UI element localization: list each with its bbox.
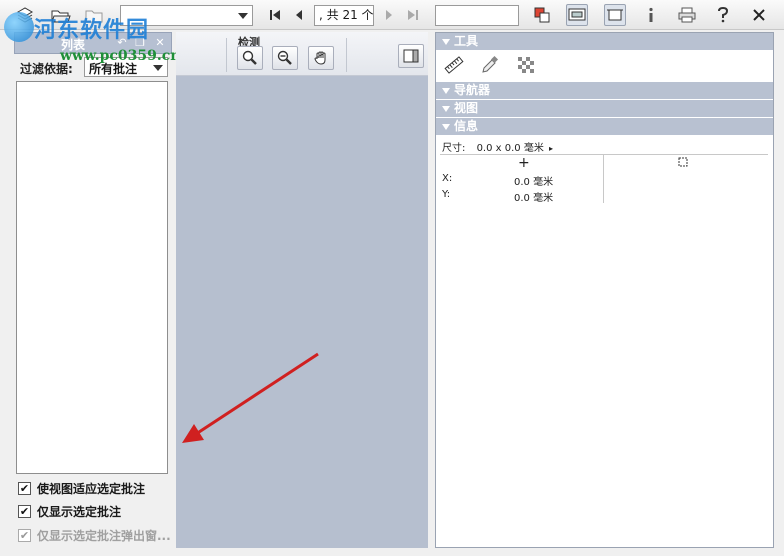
hand-tool-button[interactable] [308, 46, 334, 70]
zoom-in-button[interactable] [237, 46, 263, 70]
hand-icon [314, 51, 326, 65]
checkbox-show-popup: ✔ [18, 528, 31, 542]
open-folder-icon[interactable] [50, 4, 72, 26]
search-input[interactable] [435, 5, 519, 26]
filter-label: 过滤依据: [20, 62, 73, 76]
crosshair-icon: + [518, 155, 530, 171]
close-icon[interactable] [748, 4, 770, 26]
main-toolbar: , 共 21 个 [0, 0, 784, 30]
separator [346, 38, 347, 72]
triangle-down-icon [442, 87, 450, 94]
y-value: 0.0 毫米 [514, 193, 554, 204]
chevron-down-icon [238, 13, 248, 19]
navigator-section-title: 导航器 [454, 83, 491, 97]
show-popup-option: ✔ 仅显示选定批注弹出窗... [18, 527, 171, 543]
zoom-combo[interactable] [120, 5, 253, 26]
size-label: 尺寸: [442, 143, 466, 154]
tools-row [442, 53, 538, 79]
fit-page-icon[interactable] [604, 4, 626, 26]
ruler-icon [444, 56, 464, 74]
size-value: 0.0 x 0.0 毫米 [476, 143, 544, 154]
annotation-list-panel: 列表 ↶ ❐ ✕ 过滤依据: 所有批注 ✔ 使视图适应选定批注 ✔ 仅显示选定批… [14, 32, 172, 548]
last-page-icon[interactable] [402, 4, 424, 26]
next-page-icon[interactable] [378, 4, 400, 26]
x-value: 0.0 毫米 [514, 177, 554, 188]
size-row: 尺寸: 0.0 x 0.0 毫米 ▸ [442, 139, 553, 154]
divider [440, 154, 768, 155]
help-icon[interactable] [712, 4, 734, 26]
checkbox-show-selected[interactable]: ✔ [18, 504, 31, 518]
color-separation-icon[interactable] [531, 4, 553, 26]
first-page-icon[interactable] [264, 4, 286, 26]
selection-box-icon [678, 157, 688, 170]
undo-icon[interactable]: ↶ [115, 36, 129, 50]
zoom-in-icon [242, 50, 257, 65]
view-section-header[interactable]: 视图 [436, 100, 773, 117]
preview-monitor-icon[interactable] [566, 4, 588, 26]
eyedropper-icon [482, 55, 499, 73]
annotation-list[interactable] [16, 81, 168, 474]
checkbox-fit-view[interactable]: ✔ [18, 481, 31, 495]
list-panel-header: 列表 ↶ ❐ ✕ [14, 32, 172, 54]
list-panel-title: 列表 [61, 38, 86, 52]
filter-value: 所有批注 [89, 62, 138, 76]
ruler-tool[interactable] [442, 53, 466, 77]
chevron-down-icon [153, 65, 163, 71]
arrow-right-icon[interactable]: ▸ [549, 144, 553, 153]
navigator-section-header[interactable]: 导航器 [436, 82, 773, 99]
triangle-down-icon [442, 123, 450, 130]
layers-icon[interactable] [14, 4, 36, 26]
view-section-title: 视图 [454, 101, 479, 115]
divider [603, 155, 604, 203]
print-icon[interactable] [676, 4, 698, 26]
info-icon[interactable] [640, 4, 662, 26]
triangle-down-icon [442, 38, 450, 45]
tools-section-header[interactable]: 工具 [436, 33, 773, 50]
x-label: X: [442, 173, 453, 184]
checker-icon [518, 57, 534, 73]
export-folder-icon[interactable] [84, 4, 106, 26]
eyedropper-tool[interactable] [478, 53, 502, 77]
zoom-out-icon [277, 50, 292, 65]
tools-section-title: 工具 [454, 34, 479, 48]
panel-icon [403, 49, 419, 63]
close-icon[interactable]: ✕ [153, 36, 167, 50]
inspector-panel: 工具 导航器 视图 信息 尺寸: 0.0 x 0.0 毫米 ▸ + X: 0.0… [435, 32, 774, 548]
restore-icon[interactable]: ❐ [133, 36, 147, 50]
fit-view-label: 使视图适应选定批注 [37, 481, 146, 496]
page-number-field[interactable]: , 共 21 个 [314, 5, 374, 26]
show-selected-option[interactable]: ✔ 仅显示选定批注 [18, 503, 121, 519]
document-canvas[interactable] [176, 76, 428, 548]
transparency-tool[interactable] [514, 53, 538, 77]
info-section-header[interactable]: 信息 [436, 118, 773, 135]
show-selected-label: 仅显示选定批注 [37, 504, 122, 519]
filter-combo[interactable]: 所有批注 [84, 57, 168, 77]
fit-view-option[interactable]: ✔ 使视图适应选定批注 [18, 480, 145, 496]
zoom-out-button[interactable] [272, 46, 298, 70]
previous-page-icon[interactable] [288, 4, 310, 26]
triangle-down-icon [442, 105, 450, 112]
y-label: Y: [442, 189, 451, 200]
inspect-toolbar: 检测 [176, 32, 428, 76]
separator [226, 38, 227, 72]
info-section-title: 信息 [454, 119, 479, 133]
panel-toggle-button[interactable] [398, 44, 424, 68]
show-popup-label: 仅显示选定批注弹出窗... [37, 528, 171, 543]
